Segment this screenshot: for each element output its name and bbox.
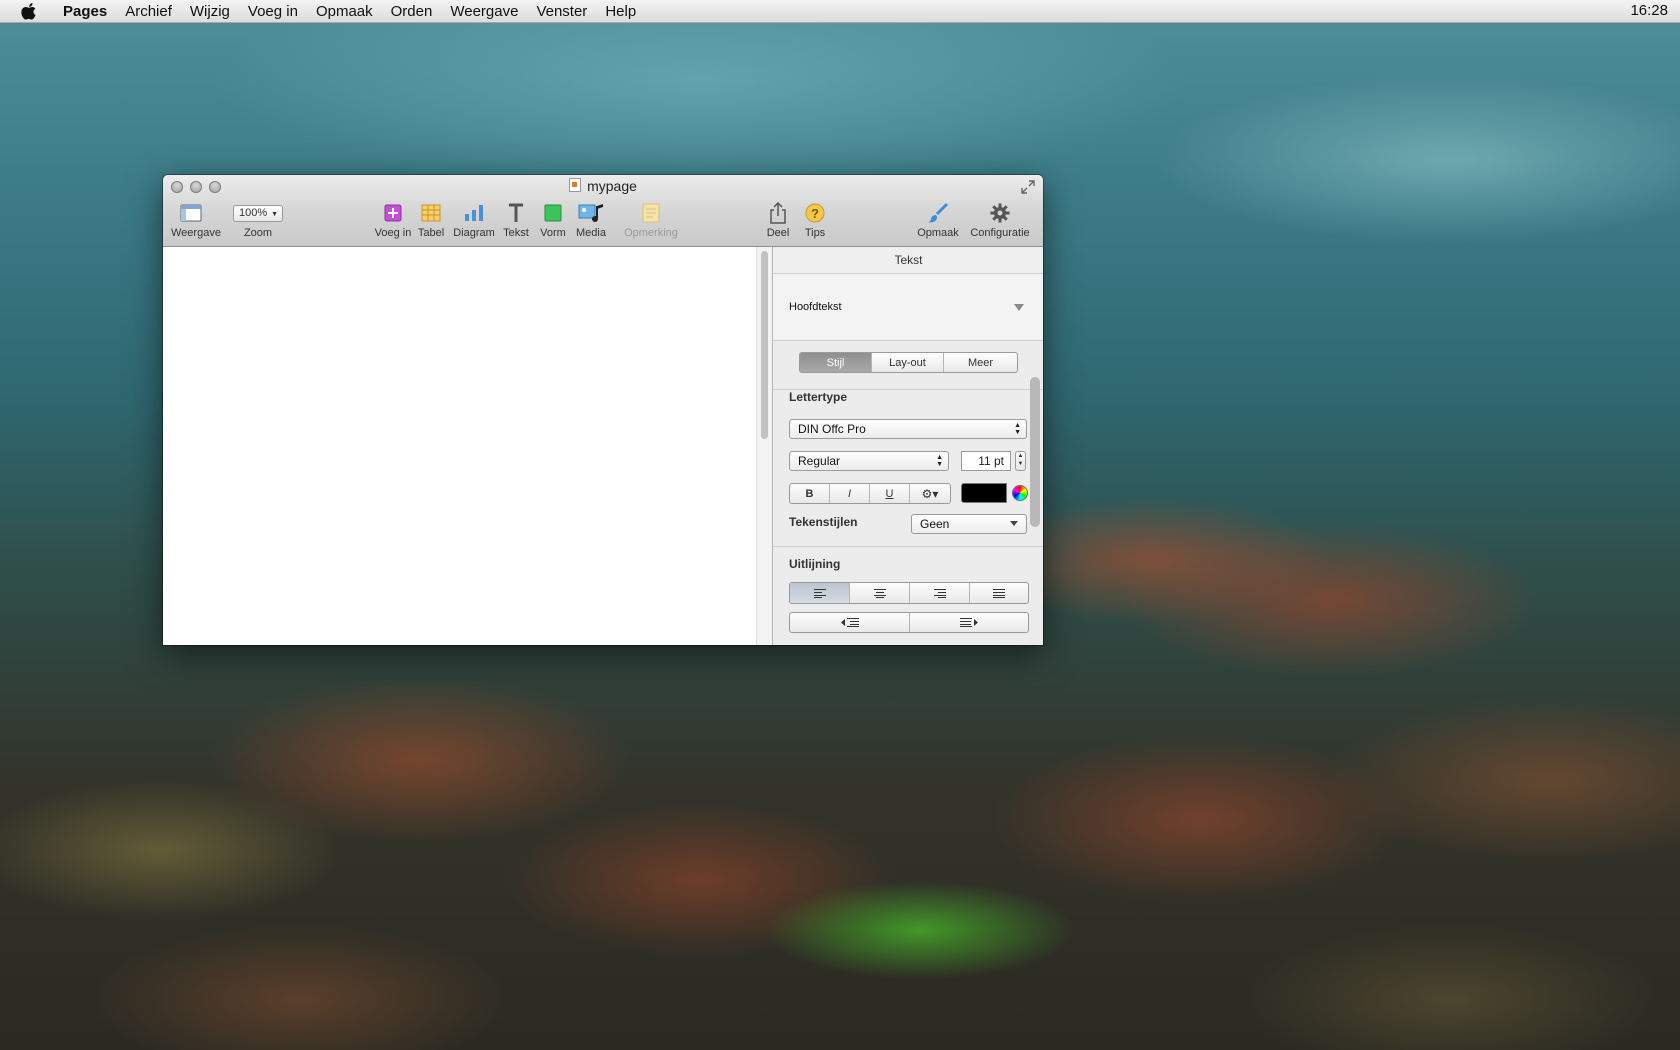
chevron-down-icon: ▼	[271, 210, 278, 218]
toolbar-voeg-in-button[interactable]: Voeg in	[373, 202, 413, 239]
menu-help[interactable]: Help	[596, 3, 645, 20]
toolbar-opmaak-button[interactable]: Opmaak	[915, 202, 961, 239]
alignment-section-title: Uitlijning	[789, 557, 841, 571]
menu-pages[interactable]: Pages	[54, 3, 116, 20]
toolbar-vorm-button[interactable]: Vorm	[538, 202, 568, 239]
pages-window: mypage Weergave 100% ▼ Zoom Voeg in Tabe…	[163, 175, 1043, 645]
bold-button[interactable]: B	[790, 484, 830, 503]
paragraph-style-label: Hoofdtekst	[789, 301, 842, 313]
chevron-updown-icon: ▲ ▼	[1014, 422, 1021, 436]
align-left-button[interactable]	[790, 583, 850, 603]
menu-venster[interactable]: Venster	[527, 3, 596, 20]
alignment-buttons	[789, 582, 1029, 604]
char-styles-popup[interactable]: Geen	[911, 514, 1027, 534]
menubar-clock[interactable]: 16:28	[1630, 2, 1668, 19]
italic-button[interactable]: I	[830, 484, 870, 503]
outdent-icon	[840, 618, 859, 627]
divider	[773, 546, 1043, 547]
toolbar-weergave-button[interactable]: Weergave	[171, 202, 221, 239]
menu-opmaak[interactable]: Opmaak	[307, 3, 382, 20]
tab-lay-out[interactable]: Lay-out	[872, 353, 944, 372]
inspector-scrollbar[interactable]	[1030, 377, 1040, 527]
align-justify-icon	[993, 588, 1005, 598]
apple-icon[interactable]	[18, 2, 40, 20]
document-scrollbar[interactable]	[756, 247, 772, 645]
tab-stijl[interactable]: Stijl	[800, 353, 872, 372]
align-right-button[interactable]	[910, 583, 970, 603]
toolbar-deel-button[interactable]: Deel	[763, 202, 793, 239]
increase-indent-button[interactable]	[910, 613, 1028, 632]
inspector-tabs: Stijl Lay-out Meer	[799, 352, 1018, 373]
menu-orden[interactable]: Orden	[382, 3, 442, 20]
underline-button[interactable]: U	[870, 484, 910, 503]
chart-icon	[453, 202, 495, 224]
menu-archief[interactable]: Archief	[116, 3, 181, 20]
align-justify-button[interactable]	[970, 583, 1028, 603]
inspector-header: Tekst	[773, 247, 1043, 274]
chevron-updown-icon: ▲ ▼	[936, 454, 943, 468]
text-options-button[interactable]: ⚙▾	[910, 484, 950, 503]
scrollbar-thumb[interactable]	[761, 251, 768, 439]
toolbar-media-button[interactable]: Media	[573, 202, 609, 239]
toolbar-tabel-button[interactable]: Tabel	[416, 202, 446, 239]
help-icon: ?	[800, 202, 830, 224]
font-size-stepper[interactable]: ▲ ▼	[1015, 451, 1026, 471]
text-color-well[interactable]	[961, 483, 1007, 503]
decrease-indent-button[interactable]	[790, 613, 910, 632]
zoom-select[interactable]: 100% ▼	[233, 204, 283, 222]
toolbar-zoom[interactable]: 100% ▼ Zoom	[233, 202, 283, 239]
menu-weergave[interactable]: Weergave	[441, 3, 527, 20]
align-center-button[interactable]	[850, 583, 910, 603]
tab-meer[interactable]: Meer	[944, 353, 1017, 372]
shape-icon	[538, 202, 568, 224]
svg-text:?: ?	[811, 206, 819, 221]
window-title: mypage	[163, 178, 1043, 194]
text-icon	[501, 202, 531, 224]
font-typeface-popup[interactable]: Regular ▲ ▼	[789, 451, 949, 471]
window-titlebar: mypage Weergave 100% ▼ Zoom Voeg in Tabe…	[163, 175, 1043, 247]
indent-icon	[960, 618, 978, 627]
menu-voeg-in[interactable]: Voeg in	[239, 3, 307, 20]
gear-icon	[967, 202, 1033, 224]
color-wheel-icon[interactable]	[1013, 486, 1027, 500]
chevron-down-icon	[1010, 521, 1018, 526]
font-section-title: Lettertype	[789, 390, 848, 404]
menu-bar: Pages Archief Wijzig Voeg in Opmaak Orde…	[0, 0, 1680, 23]
view-icon	[171, 202, 211, 224]
format-inspector: Tekst Hoofdtekst Stijl Lay-out Meer Lett…	[772, 247, 1043, 645]
indent-buttons	[789, 612, 1029, 633]
toolbar-opmerking-button[interactable]: Opmerking	[623, 202, 679, 239]
media-icon	[573, 202, 609, 224]
align-right-icon	[933, 588, 946, 598]
comment-icon	[623, 202, 679, 224]
insert-icon	[373, 202, 413, 224]
toolbar-tips-button[interactable]: ? Tips	[800, 202, 830, 239]
paintbrush-icon	[915, 202, 961, 224]
char-styles-label: Tekenstijlen	[789, 515, 858, 529]
share-icon	[763, 202, 793, 224]
menu-wijzig[interactable]: Wijzig	[181, 3, 239, 20]
toolbar-configuratie-button[interactable]: Configuratie	[967, 202, 1033, 239]
text-style-buttons: B I U ⚙▾	[789, 483, 951, 504]
document-canvas[interactable]	[163, 247, 756, 645]
document-icon	[569, 178, 582, 192]
toolbar-diagram-button[interactable]: Diagram	[453, 202, 495, 239]
paragraph-style-popup[interactable]: Hoofdtekst	[773, 274, 1043, 341]
align-left-icon	[813, 588, 826, 598]
toolbar-tekst-button[interactable]: Tekst	[501, 202, 531, 239]
table-icon	[416, 202, 446, 224]
font-size-field[interactable]: 11 pt	[961, 451, 1011, 471]
font-family-popup[interactable]: DIN Offc Pro ▲ ▼	[789, 419, 1027, 439]
chevron-down-icon	[1014, 304, 1024, 311]
fullscreen-icon[interactable]	[1021, 180, 1035, 194]
gear-icon: ⚙▾	[921, 486, 939, 501]
align-center-icon	[873, 588, 886, 598]
